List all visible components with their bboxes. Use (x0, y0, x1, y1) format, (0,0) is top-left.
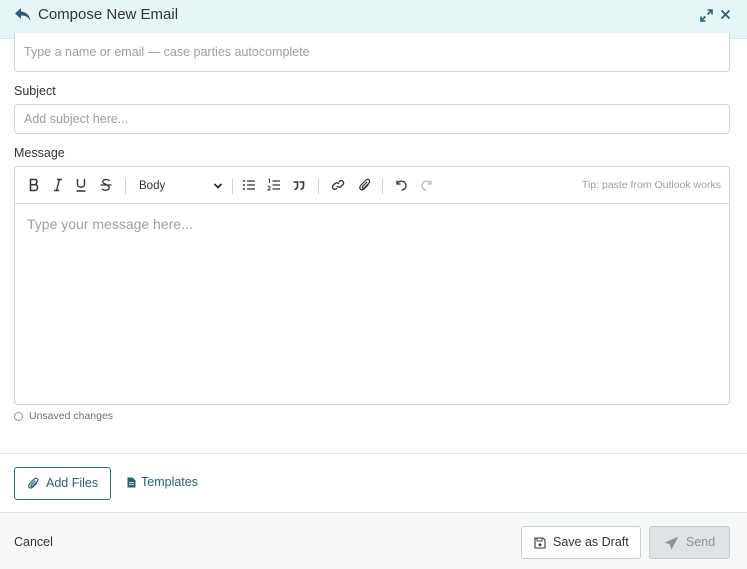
save-icon (534, 537, 546, 549)
format-select-value: Body (139, 180, 166, 192)
close-icon[interactable] (720, 9, 731, 20)
chevron-down-icon (213, 183, 223, 189)
send-icon (665, 537, 678, 550)
page-title: Compose New Email (38, 6, 179, 23)
message-placeholder: Type your message here... (27, 216, 193, 232)
subject-label: Subject (14, 84, 56, 98)
unsaved-status: Unsaved changes (14, 410, 113, 422)
subject-input[interactable]: Add subject here... (14, 104, 730, 134)
compose-footer: Cancel Save as Draft Send (0, 512, 747, 569)
templates-link[interactable]: Templates (127, 475, 198, 489)
subject-placeholder: Add subject here... (24, 112, 129, 126)
quote-icon[interactable] (292, 178, 306, 192)
reply-icon[interactable] (13, 6, 33, 24)
toolbar-divider (232, 178, 233, 194)
document-icon (127, 477, 136, 487)
add-files-label: Add Files (46, 476, 99, 490)
save-draft-label: Save as Draft (553, 535, 629, 549)
to-placeholder: Type a name or email — case parties auto… (24, 45, 310, 59)
unsaved-label: Unsaved changes (29, 410, 114, 422)
editor-toolbar: Body Tip: paste from Outlook works (15, 167, 729, 204)
format-select[interactable]: Body (139, 177, 223, 195)
link-icon[interactable] (331, 178, 345, 192)
toolbar-tip: Tip: paste from Outlook works (581, 179, 721, 191)
underline-icon[interactable] (74, 178, 88, 192)
templates-label: Templates (141, 475, 198, 489)
bullet-list-icon[interactable] (242, 178, 256, 192)
add-files-button[interactable]: Add Files (14, 467, 111, 500)
save-draft-button[interactable]: Save as Draft (521, 526, 641, 559)
expand-icon[interactable] (700, 9, 713, 22)
section-divider (0, 453, 747, 454)
send-label: Send (686, 535, 716, 549)
numbered-list-icon[interactable] (267, 178, 281, 192)
italic-icon[interactable] (51, 178, 65, 192)
status-dot-icon (14, 411, 23, 421)
send-button[interactable]: Send (649, 526, 730, 559)
toolbar-divider (382, 178, 383, 194)
redo-icon[interactable] (420, 178, 434, 192)
toolbar-divider (125, 178, 126, 194)
toolbar-divider (318, 178, 319, 194)
paperclip-icon (28, 477, 39, 489)
bold-icon[interactable] (27, 178, 41, 192)
cancel-button[interactable]: Cancel (14, 535, 53, 549)
message-editor[interactable]: Body Tip: paste from Outlook works Type … (14, 166, 730, 405)
attachment-icon[interactable] (358, 178, 372, 192)
strikethrough-icon[interactable] (99, 178, 113, 192)
undo-icon[interactable] (394, 178, 408, 192)
to-input[interactable]: Type a name or email — case parties auto… (14, 33, 730, 72)
message-label: Message (14, 146, 65, 160)
